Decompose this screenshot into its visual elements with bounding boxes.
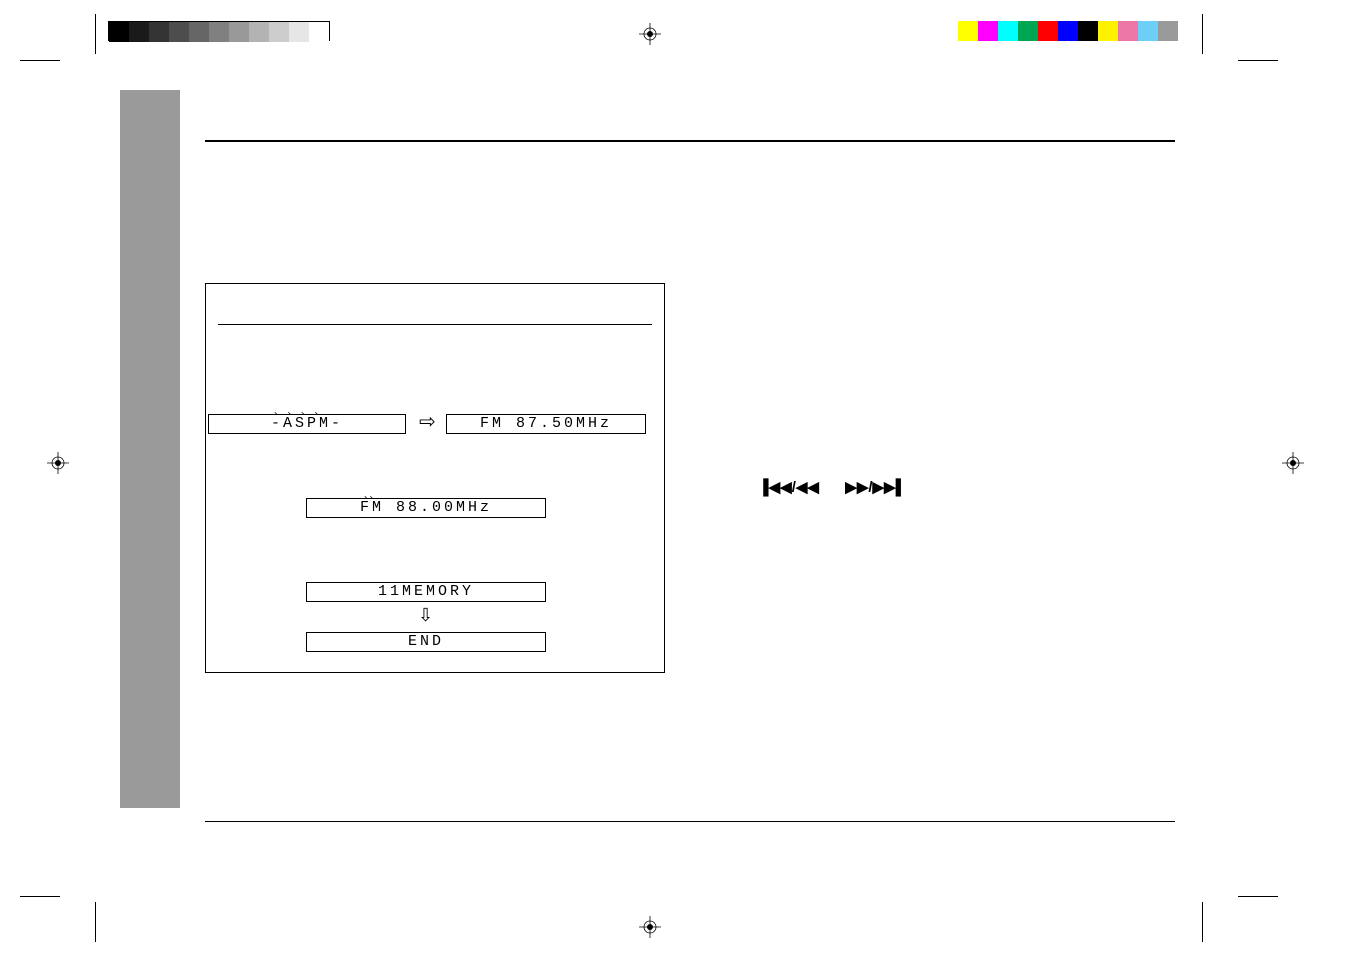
crop-mark — [95, 14, 96, 54]
swatch — [1138, 21, 1158, 41]
greyscale-colorbar — [108, 21, 330, 41]
divider — [218, 324, 652, 325]
swatch — [998, 21, 1018, 41]
swatch — [1078, 21, 1098, 41]
registration-mark-left — [47, 452, 69, 474]
registration-mark-top — [639, 23, 661, 45]
divider — [205, 821, 1175, 822]
lcd-fm-found: FM 88.00MHz — [306, 498, 546, 518]
registration-mark-bottom — [639, 916, 661, 938]
swatch — [1058, 21, 1078, 41]
swatch — [189, 22, 209, 42]
crop-mark — [1202, 14, 1203, 54]
registration-mark-right — [1282, 452, 1304, 474]
divider — [205, 140, 1175, 142]
process-colorbar — [958, 21, 1178, 41]
swatch — [109, 22, 129, 42]
next-track-icon: ▶▶/▶▶▌ — [845, 479, 906, 496]
swatch — [269, 22, 289, 42]
page-tab — [120, 90, 180, 808]
swatch — [1098, 21, 1118, 41]
aspm-sequence-diagram: 、 、 、 、 -ASPM- ⇨ FM 87.50MHz 、、 FM 88.00… — [205, 283, 665, 673]
crop-mark — [20, 60, 60, 61]
crop-mark — [1238, 60, 1278, 61]
swatch — [958, 21, 978, 41]
crop-mark — [95, 902, 96, 942]
arrow-down-icon: ⇩ — [418, 606, 433, 624]
swatch — [289, 22, 309, 42]
lcd-fm-start: FM 87.50MHz — [446, 414, 646, 434]
swatch — [1158, 21, 1178, 41]
swatch — [1118, 21, 1138, 41]
swatch — [129, 22, 149, 42]
crop-mark — [1238, 896, 1278, 897]
transport-buttons-label: ▐◀◀/◀◀ ▶▶/▶▶▌ — [758, 478, 906, 496]
lcd-memory-count: 11MEMORY — [306, 582, 546, 602]
swatch — [978, 21, 998, 41]
swatch — [309, 22, 329, 42]
swatch — [169, 22, 189, 42]
swatch — [209, 22, 229, 42]
lcd-aspm: -ASPM- — [208, 414, 406, 434]
arrow-right-icon: ⇨ — [419, 412, 436, 432]
crop-mark — [20, 896, 60, 897]
swatch — [1018, 21, 1038, 41]
crop-mark — [1202, 902, 1203, 942]
swatch — [229, 22, 249, 42]
prev-track-icon: ▐◀◀/◀◀ — [758, 479, 819, 496]
swatch — [249, 22, 269, 42]
lcd-end: END — [306, 632, 546, 652]
swatch — [1038, 21, 1058, 41]
swatch — [149, 22, 169, 42]
